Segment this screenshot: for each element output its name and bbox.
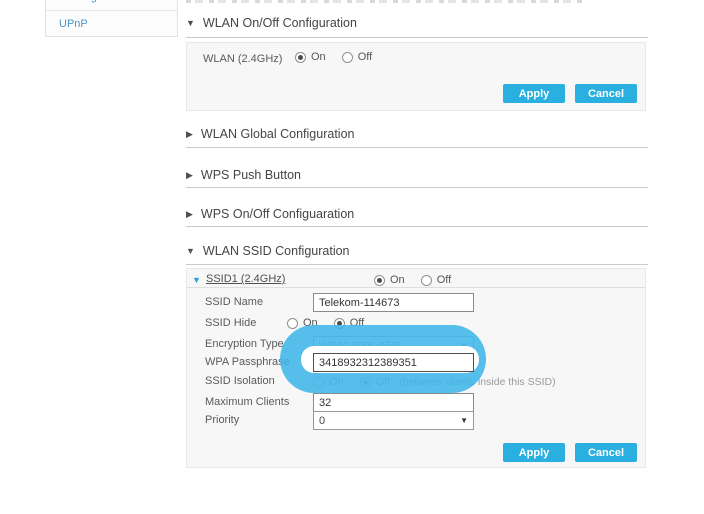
wlan-on-label: On xyxy=(311,51,326,63)
section-title: WPS On/Off Configuaration xyxy=(201,207,354,221)
max-clients-input[interactable] xyxy=(313,393,474,412)
section-title: WLAN Global Configuration xyxy=(201,127,355,141)
wpa-passphrase-label: WPA Passphrase xyxy=(205,356,290,369)
ssid1-on-radio[interactable] xyxy=(374,275,385,286)
wlan-on-radio[interactable] xyxy=(295,52,306,63)
section-title: WLAN On/Off Configuration xyxy=(203,16,357,30)
ssid1-off-radio[interactable] xyxy=(421,275,432,286)
ssid1-onoff-radio-group: On Off xyxy=(374,274,451,286)
ssid-hide-off-label: Off xyxy=(350,317,364,329)
ssid-isolation-on-radio[interactable] xyxy=(313,377,324,388)
ssid1-off-label: Off xyxy=(437,274,451,286)
triangle-right-icon: ▶ xyxy=(186,171,193,180)
triangle-right-icon: ▶ xyxy=(186,130,193,139)
triangle-down-icon: ▼ xyxy=(192,276,201,285)
ssid-hide-on-label: On xyxy=(303,317,318,329)
ssid-hide-label: SSID Hide xyxy=(205,317,256,330)
sidebar-item-label: UPnP xyxy=(59,18,88,30)
wlan-24ghz-label: WLAN (2.4GHz) xyxy=(203,53,282,66)
max-clients-label: Maximum Clients xyxy=(205,396,289,409)
wlan-off-radio[interactable] xyxy=(342,52,353,63)
section-header-wlan-ssid[interactable]: ▼ WLAN SSID Configuration xyxy=(186,243,350,259)
triangle-right-icon: ▶ xyxy=(186,210,193,219)
section-header-wps-push[interactable]: ▶ WPS Push Button xyxy=(186,167,301,183)
priority-value: 0 xyxy=(319,415,325,427)
encryption-type-value: WPA2-PSK-AES xyxy=(319,340,401,352)
ssid-hide-off-radio[interactable] xyxy=(334,318,345,329)
ssid-name-input[interactable] xyxy=(313,293,474,312)
router-admin-page: Routing UPnP ▼ WLAN On/Off Configuration… xyxy=(0,0,704,514)
section-title: WPS Push Button xyxy=(201,168,301,182)
section-header-wlan-onoff[interactable]: ▼ WLAN On/Off Configuration xyxy=(186,15,357,31)
ssid-hide-on-radio[interactable] xyxy=(287,318,298,329)
priority-label: Priority xyxy=(205,414,239,427)
divider xyxy=(186,187,648,188)
ssid-isolation-label: SSID Isolation xyxy=(205,375,275,388)
sidebar-item-routing[interactable]: Routing xyxy=(46,0,177,10)
wlan-onoff-apply-button[interactable]: Apply xyxy=(503,84,565,103)
ssid-isolation-radio-group: On Off (between clients inside this SSID… xyxy=(313,376,556,388)
wlan-off-label: Off xyxy=(358,51,372,63)
ssid-isolation-off-radio[interactable] xyxy=(360,377,371,388)
ssid1-on-label: On xyxy=(390,274,405,286)
divider xyxy=(187,287,645,288)
ssid1-link[interactable]: SSID1 (2.4GHz) xyxy=(206,273,285,285)
ssid-isolation-on-label: On xyxy=(329,376,344,388)
divider xyxy=(186,147,648,148)
section-header-wlan-global[interactable]: ▶ WLAN Global Configuration xyxy=(186,126,354,142)
section-title: WLAN SSID Configuration xyxy=(203,244,350,258)
divider xyxy=(186,226,648,227)
divider xyxy=(186,264,648,265)
chevron-down-icon: ▼ xyxy=(460,417,468,425)
wlan-onoff-radio-group: On Off xyxy=(295,51,372,63)
ssid-name-label: SSID Name xyxy=(205,296,263,309)
clipped-text-top xyxy=(186,0,584,3)
wlan-onoff-cancel-button[interactable]: Cancel xyxy=(575,84,637,103)
ssid-isolation-off-label: Off xyxy=(376,376,390,388)
wpa-passphrase-input[interactable] xyxy=(313,353,474,372)
wlan-ssid-cancel-button[interactable]: Cancel xyxy=(575,443,637,462)
encryption-type-label: Encryption Type xyxy=(205,338,284,351)
section-header-wps-onoff[interactable]: ▶ WPS On/Off Configuaration xyxy=(186,206,354,222)
ssid-hide-radio-group: On Off xyxy=(287,317,364,329)
triangle-down-icon: ▼ xyxy=(186,247,195,256)
wlan-ssid-apply-button[interactable]: Apply xyxy=(503,443,565,462)
sidebar: Routing UPnP xyxy=(45,0,178,37)
priority-select[interactable]: 0 ▼ xyxy=(313,411,474,430)
divider xyxy=(186,37,648,38)
ssid-isolation-note: (between clients inside this SSID) xyxy=(399,376,555,388)
sidebar-item-label: Routing xyxy=(59,0,97,3)
sidebar-item-upnp[interactable]: UPnP xyxy=(46,10,177,37)
triangle-down-icon: ▼ xyxy=(186,19,195,28)
chevron-down-icon: ▼ xyxy=(460,342,468,350)
